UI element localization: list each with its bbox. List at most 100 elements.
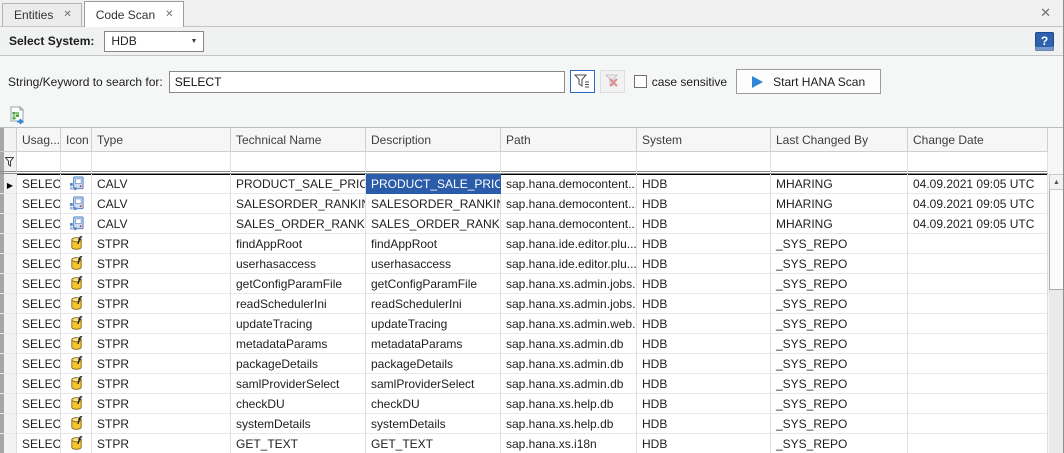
change-date-cell[interactable] bbox=[908, 234, 1048, 254]
system-cell[interactable]: HDB bbox=[637, 394, 771, 414]
last-changed-by-cell[interactable]: MHARING bbox=[771, 194, 908, 214]
system-cell[interactable]: HDB bbox=[637, 254, 771, 274]
scrollbar-thumb[interactable] bbox=[1049, 190, 1064, 290]
usage-cell[interactable]: SELECT bbox=[17, 414, 61, 434]
change-date-cell[interactable] bbox=[908, 434, 1048, 453]
path-cell[interactable]: sap.hana.democontent.... bbox=[501, 174, 637, 194]
path-cell[interactable]: sap.hana.xs.help.db bbox=[501, 414, 637, 434]
description-cell[interactable]: updateTracing bbox=[366, 314, 501, 334]
description-cell[interactable]: userhasaccess bbox=[366, 254, 501, 274]
usage-cell[interactable]: SELECT bbox=[17, 234, 61, 254]
technical-name-cell[interactable]: SALES_ORDER_RANKIN... bbox=[231, 214, 366, 234]
type-cell[interactable]: STPR bbox=[92, 314, 231, 334]
last-changed-by-cell[interactable]: _SYS_REPO bbox=[771, 434, 908, 453]
type-cell[interactable]: STPR bbox=[92, 354, 231, 374]
system-cell[interactable]: HDB bbox=[637, 214, 771, 234]
last-changed-by-cell[interactable]: _SYS_REPO bbox=[771, 414, 908, 434]
usage-cell[interactable]: SELECT bbox=[17, 434, 61, 453]
system-cell[interactable]: HDB bbox=[637, 234, 771, 254]
usage-cell[interactable]: SELECT bbox=[17, 314, 61, 334]
path-cell[interactable]: sap.hana.xs.help.db bbox=[501, 394, 637, 414]
description-cell[interactable]: systemDetails bbox=[366, 414, 501, 434]
change-date-cell[interactable] bbox=[908, 394, 1048, 414]
export-excel-icon[interactable] bbox=[7, 106, 26, 125]
technical-name-cell[interactable]: packageDetails bbox=[231, 354, 366, 374]
type-cell[interactable]: STPR bbox=[92, 414, 231, 434]
technical-name-cell[interactable]: PRODUCT_SALE_PRICE bbox=[231, 174, 366, 194]
last-changed-by-cell[interactable]: _SYS_REPO bbox=[771, 374, 908, 394]
change-date-cell[interactable] bbox=[908, 354, 1048, 374]
change-date-cell[interactable]: 04.09.2021 09:05 UTC bbox=[908, 194, 1048, 214]
column-header-system[interactable]: System bbox=[637, 128, 771, 152]
system-cell[interactable]: HDB bbox=[637, 274, 771, 294]
path-cell[interactable]: sap.hana.ide.editor.plu... bbox=[501, 234, 637, 254]
description-cell[interactable]: GET_TEXT bbox=[366, 434, 501, 453]
type-cell[interactable]: STPR bbox=[92, 274, 231, 294]
column-header-path[interactable]: Path bbox=[501, 128, 637, 152]
system-select[interactable]: HDB ▼ bbox=[104, 31, 204, 52]
filter-cell-system[interactable] bbox=[637, 152, 771, 174]
last-changed-by-cell[interactable]: _SYS_REPO bbox=[771, 254, 908, 274]
last-changed-by-cell[interactable]: _SYS_REPO bbox=[771, 334, 908, 354]
usage-cell[interactable]: SELECT bbox=[17, 334, 61, 354]
description-cell[interactable]: getConfigParamFile bbox=[366, 274, 501, 294]
description-cell[interactable]: checkDU bbox=[366, 394, 501, 414]
path-cell[interactable]: sap.hana.xs.admin.jobs... bbox=[501, 294, 637, 314]
scroll-up-button[interactable]: ▲ bbox=[1049, 174, 1064, 190]
type-cell[interactable]: CALV bbox=[92, 214, 231, 234]
path-cell[interactable]: sap.hana.xs.admin.db bbox=[501, 354, 637, 374]
description-cell[interactable]: PRODUCT_SALE_PRICE bbox=[366, 174, 501, 194]
path-cell[interactable]: sap.hana.xs.i18n bbox=[501, 434, 637, 453]
usage-cell[interactable]: SELECT bbox=[17, 294, 61, 314]
technical-name-cell[interactable]: userhasaccess bbox=[231, 254, 366, 274]
case-sensitive-checkbox[interactable] bbox=[634, 75, 647, 88]
type-cell[interactable]: STPR bbox=[92, 254, 231, 274]
filter-cell-last-changed-by[interactable] bbox=[771, 152, 908, 174]
filter-cell-path[interactable] bbox=[501, 152, 637, 174]
usage-cell[interactable]: SELECT bbox=[17, 274, 61, 294]
table-row[interactable]: SELECT STPR systemDetails systemDetails … bbox=[0, 414, 1048, 434]
path-cell[interactable]: sap.hana.xs.admin.jobs... bbox=[501, 274, 637, 294]
last-changed-by-cell[interactable]: _SYS_REPO bbox=[771, 354, 908, 374]
system-cell[interactable]: HDB bbox=[637, 374, 771, 394]
table-row[interactable]: SELECT CALV SALES_ORDER_RANKIN... SALES_… bbox=[0, 214, 1048, 234]
description-cell[interactable]: metadataParams bbox=[366, 334, 501, 354]
change-date-cell[interactable] bbox=[908, 334, 1048, 354]
table-row[interactable]: SELECT STPR packageDetails packageDetail… bbox=[0, 354, 1048, 374]
path-cell[interactable]: sap.hana.democontent.... bbox=[501, 194, 637, 214]
change-date-cell[interactable]: 04.09.2021 09:05 UTC bbox=[908, 214, 1048, 234]
last-changed-by-cell[interactable]: _SYS_REPO bbox=[771, 394, 908, 414]
filter-cell-icon[interactable] bbox=[61, 152, 92, 174]
system-cell[interactable]: HDB bbox=[637, 314, 771, 334]
change-date-cell[interactable] bbox=[908, 274, 1048, 294]
table-row[interactable]: SELECT STPR checkDU checkDU sap.hana.xs.… bbox=[0, 394, 1048, 414]
technical-name-cell[interactable]: metadataParams bbox=[231, 334, 366, 354]
usage-cell[interactable]: SELECT bbox=[17, 194, 61, 214]
technical-name-cell[interactable]: GET_TEXT bbox=[231, 434, 366, 453]
help-button[interactable]: ? bbox=[1035, 32, 1054, 51]
description-cell[interactable]: packageDetails bbox=[366, 354, 501, 374]
type-cell[interactable]: STPR bbox=[92, 374, 231, 394]
usage-cell[interactable]: SELECT bbox=[17, 174, 61, 194]
path-cell[interactable]: sap.hana.xs.admin.db bbox=[501, 334, 637, 354]
table-row[interactable]: SELECT STPR getConfigParamFile getConfig… bbox=[0, 274, 1048, 294]
filter-cell-technical-name[interactable] bbox=[231, 152, 366, 174]
column-header-last-changed-by[interactable]: Last Changed By bbox=[771, 128, 908, 152]
last-changed-by-cell[interactable]: MHARING bbox=[771, 214, 908, 234]
change-date-cell[interactable] bbox=[908, 294, 1048, 314]
description-cell[interactable]: SALESORDER_RANKING... bbox=[366, 194, 501, 214]
type-cell[interactable]: STPR bbox=[92, 334, 231, 354]
table-row[interactable]: ▶ SELECT CALV PRODUCT_SALE_PRICE PRODUCT… bbox=[0, 174, 1048, 194]
usage-cell[interactable]: SELECT bbox=[17, 254, 61, 274]
clear-filter-button[interactable] bbox=[600, 70, 625, 93]
filter-cell-description[interactable] bbox=[366, 152, 501, 174]
table-row[interactable]: SELECT STPR findAppRoot findAppRoot sap.… bbox=[0, 234, 1048, 254]
table-row[interactable]: SELECT CALV SALESORDER_RANKING... SALESO… bbox=[0, 194, 1048, 214]
table-row[interactable]: SELECT STPR userhasaccess userhasaccess … bbox=[0, 254, 1048, 274]
type-cell[interactable]: CALV bbox=[92, 174, 231, 194]
description-cell[interactable]: samlProviderSelect bbox=[366, 374, 501, 394]
type-cell[interactable]: STPR bbox=[92, 234, 231, 254]
search-input[interactable] bbox=[169, 71, 565, 93]
technical-name-cell[interactable]: readSchedulerIni bbox=[231, 294, 366, 314]
usage-cell[interactable]: SELECT bbox=[17, 214, 61, 234]
